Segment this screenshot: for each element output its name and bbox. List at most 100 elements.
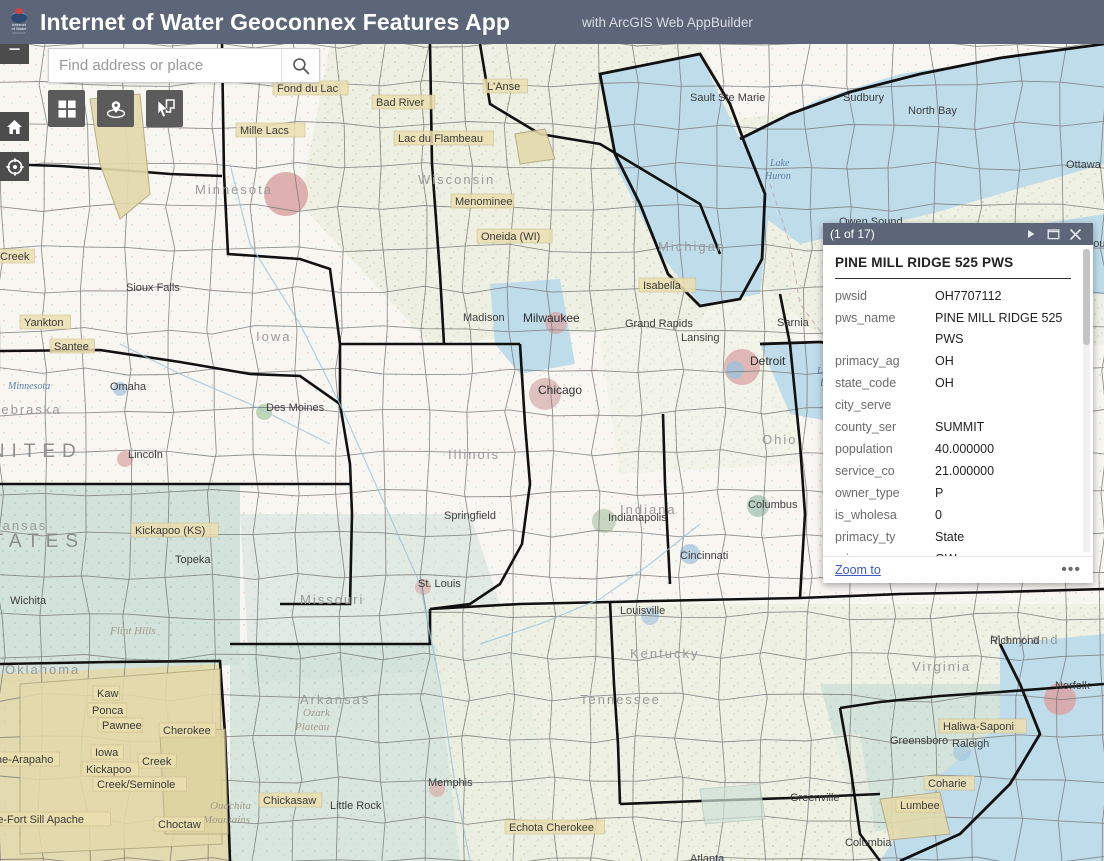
popup-attribute-key: primacy_ty: [835, 530, 896, 544]
popup-attribute-value: SUMMIT: [935, 420, 985, 434]
map-label: Iowa: [95, 747, 119, 759]
popup-attribute-value: PINE MILL RIDGE 525 PWS: [935, 311, 1063, 346]
popup-next-button[interactable]: [1020, 224, 1042, 244]
map-label: Arkansas: [300, 692, 370, 707]
popup-attribute-row: primacy_ty State: [835, 527, 1077, 548]
popup-more-menu[interactable]: •••: [1061, 562, 1081, 578]
map-label: UNITED: [0, 441, 83, 462]
popup-attribute-value: OH7707112: [935, 289, 1002, 303]
locate-button[interactable]: [0, 152, 29, 181]
map-label: Missouri: [300, 592, 364, 607]
map-label: St. Louis: [418, 578, 461, 590]
popup-attribute-value: 40.000000: [935, 442, 995, 456]
popup-record-count: (1 of 17): [830, 227, 875, 241]
map-label: Ouachita: [210, 800, 251, 812]
map-label: Wisconsin: [418, 172, 495, 187]
near-me-button[interactable]: [97, 90, 134, 127]
logo-emblem-icon: [11, 7, 27, 23]
home-button[interactable]: [0, 112, 29, 141]
popup-attribute-key: pws_name: [835, 311, 896, 325]
popup-attribute-key: service_co: [835, 464, 895, 478]
close-icon: [1069, 228, 1081, 240]
popup-header: (1 of 17): [823, 223, 1093, 245]
popup-attribute-value: P: [935, 486, 944, 500]
map-label: Kansas: [0, 518, 47, 533]
map-label: Choctaw: [158, 819, 201, 831]
home-icon: [7, 119, 22, 134]
map-label: Kickapoo (KS): [135, 525, 205, 537]
map-label: Apache-Fort Sill Apache: [0, 814, 84, 826]
map-label: North Bay: [908, 105, 957, 117]
popup-close-button[interactable]: [1064, 224, 1086, 244]
map-label: Memphis: [428, 777, 473, 789]
search-button[interactable]: [281, 49, 319, 82]
popup-scroll-area: PINE MILL RIDGE 525 PWS pwsid OH7707112 pw…: [823, 245, 1093, 556]
map-label: Cheyenne-Arapaho: [0, 754, 53, 766]
popup-attribute-value: 21.000000: [935, 464, 995, 478]
popup-body: PINE MILL RIDGE 525 PWS pwsid OH7707112 pw…: [823, 245, 1093, 556]
basemap-gallery-button[interactable]: [48, 90, 85, 127]
popup-attribute-row: owner_type P: [835, 483, 1077, 504]
map-label: Atlanta: [690, 853, 725, 861]
popup-attribute-row: county_ser SUMMIT: [835, 417, 1077, 438]
map-label: Minnesota: [195, 182, 273, 197]
popup-attribute-key: primacy_ag: [835, 354, 900, 368]
map-label: Springfield: [444, 510, 496, 522]
map-label: Creek/Seminole: [97, 779, 175, 791]
popup-maximize-button[interactable]: [1042, 224, 1064, 244]
logo-line3: COALITION: [12, 31, 26, 35]
search-input[interactable]: [49, 49, 281, 82]
map-label: Plateau: [294, 721, 330, 733]
popup-attribute-value: State: [935, 530, 965, 544]
map-label: Nebraska: [0, 402, 62, 417]
map-label: Madison: [463, 312, 505, 324]
map-label: Mille Lacs: [240, 125, 289, 137]
map-label: Lincoln: [128, 449, 163, 461]
map-label: Creek: [142, 756, 172, 768]
popup-attribute-value: GW: [935, 549, 1077, 556]
map-label: Lumbee: [900, 800, 940, 812]
popup-attribute-key: city_serve: [835, 398, 892, 412]
popup-attribute-row: is_wholesa 0: [835, 505, 1077, 526]
iow-logo: Internet of Water COALITION: [4, 3, 34, 41]
map-label: Fond du Lac: [277, 83, 339, 95]
map-label: Coharie: [928, 778, 967, 790]
feature-popup[interactable]: (1 of 17) PINE MILL RIDGE 525 PWS pwsid …: [823, 223, 1093, 583]
map-label: Tennessee: [580, 692, 661, 707]
map-label: Ohio: [762, 432, 797, 447]
map-label: Columbia: [845, 837, 892, 849]
widget-button-row: [48, 90, 195, 127]
popup-scrollbar[interactable]: [1083, 249, 1090, 552]
popup-attribute-row: primary_soGW: [835, 549, 1077, 556]
popup-attribute-row: pwsid OH7707112: [835, 286, 1077, 307]
map-label: Kaw: [97, 688, 118, 700]
map-label: Chickasaw: [263, 795, 316, 807]
map-label: Detroit: [750, 354, 786, 368]
map-label: Little Rock: [330, 800, 382, 812]
popup-attribute-value: 0: [935, 508, 942, 522]
map-label: Huron: [764, 171, 791, 182]
map-label: Lansing: [681, 332, 720, 344]
popup-attribute-key: is_wholesa: [835, 508, 897, 522]
map-label: Omaha: [110, 381, 147, 393]
popup-attribute-list: pwsid OH7707112 pws_name PINE MILL RIDGE 52…: [835, 286, 1077, 556]
map-label: Richmond: [990, 635, 1040, 647]
popup-attribute-row: city_serve: [835, 395, 1077, 416]
map-label: Oklahoma: [5, 662, 80, 677]
app-subtitle: with ArcGIS Web AppBuilder: [582, 14, 753, 30]
map-label: Mountains: [202, 814, 250, 826]
select-tool-button[interactable]: [146, 90, 183, 127]
map-label: Sioux Falls: [126, 282, 180, 294]
search-container[interactable]: [48, 48, 320, 83]
map-label: Greenville: [790, 792, 840, 804]
map-label: Santee: [54, 341, 89, 353]
map-label: Wichita: [10, 595, 47, 607]
popup-attribute-row: primacy_ag OH: [835, 351, 1077, 372]
map-label: Virginia: [912, 659, 971, 674]
map-label: Columbus: [748, 499, 798, 511]
map-label: Sault Ste Marie: [690, 92, 765, 104]
map-label: Indianapolis: [608, 512, 667, 524]
zoom-to-link[interactable]: Zoom to: [835, 563, 1061, 577]
popup-scrollbar-thumb[interactable]: [1083, 249, 1090, 345]
map-label: Haliwa-Saponi: [943, 721, 1014, 733]
